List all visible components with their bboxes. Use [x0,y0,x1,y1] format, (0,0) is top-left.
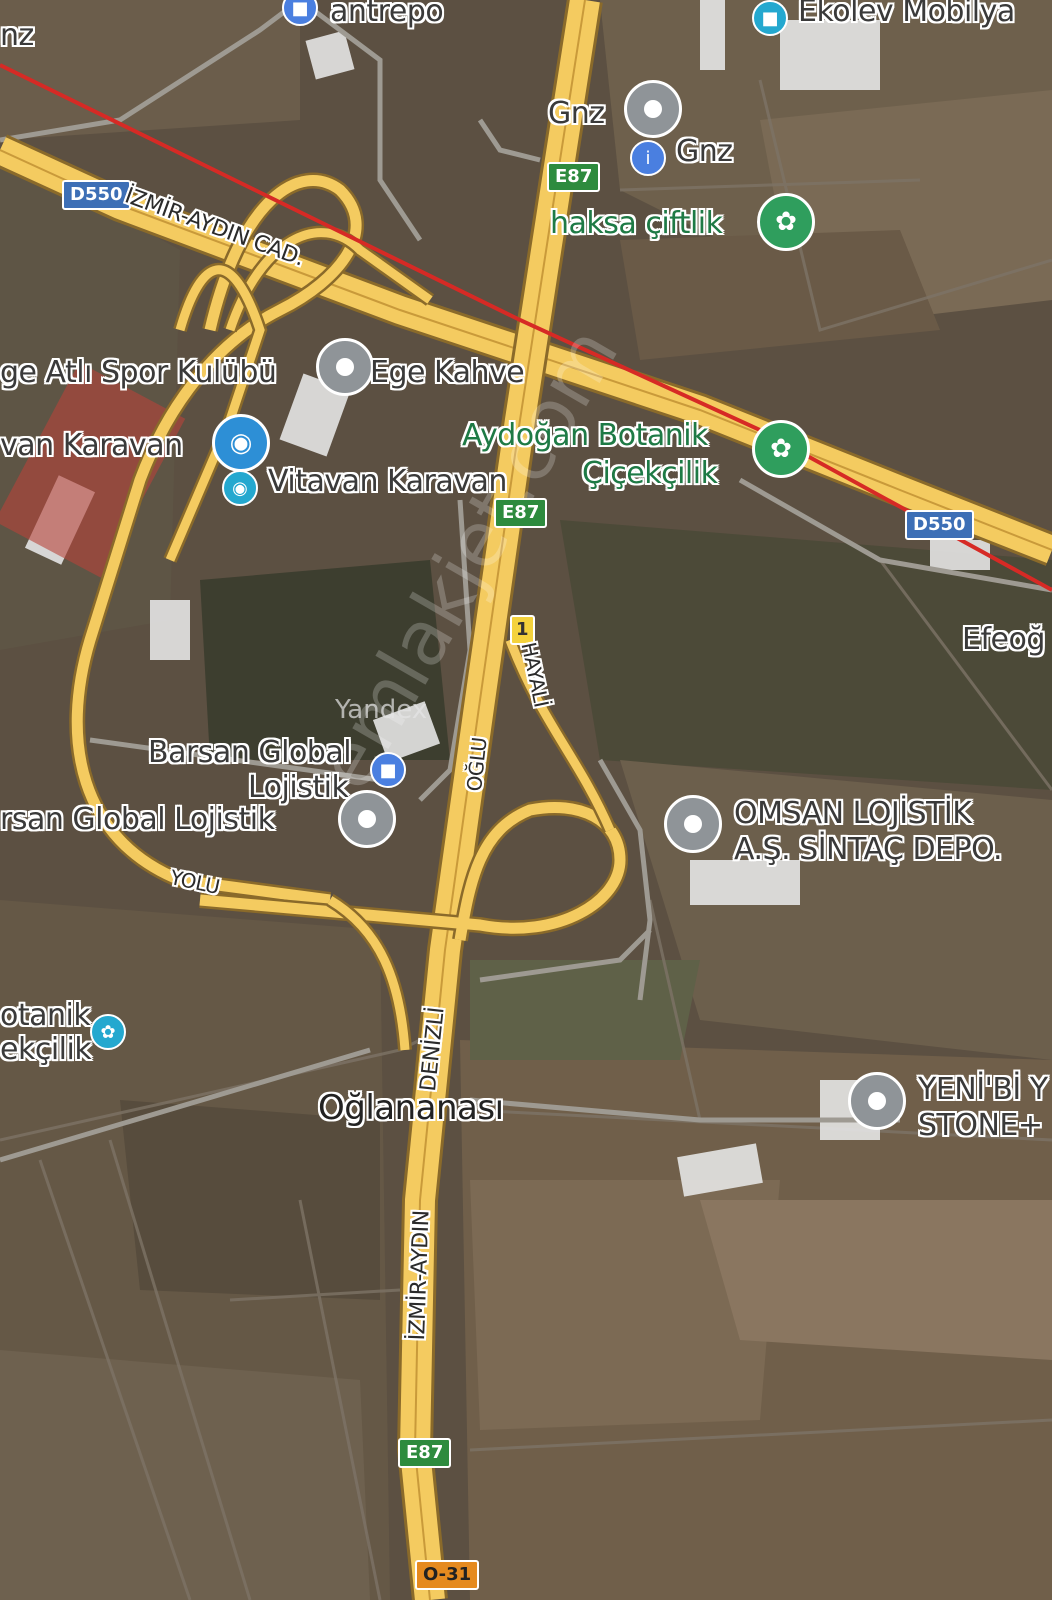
label-ekolev-mobilya: Ekolev Mobilya [798,0,1015,29]
d550-shield-top: D550 [62,180,131,210]
road-label-izmir-aydin: İZMİR-AYDIN [405,1210,435,1341]
e87-shield-mid: E87 [494,498,548,528]
map-view[interactable]: emlakjet.com Yandex D550 D550 E87 E87 E8… [0,0,1052,1600]
pin-icon[interactable] [624,80,682,138]
label-oglananasi: Oğlananası [318,1088,504,1128]
label-efeog: Efeoğ [962,622,1045,657]
label-barsan-global-lojistik: rsan Global Lojistik [0,802,275,837]
bed-icon[interactable]: ■ [752,0,788,36]
label-omsan-lojistik: OMSAN LOJİSTİK [734,796,972,831]
label-aydogan-botanik: Aydoğan Botanik [462,418,708,453]
e87-shield-bottom: E87 [398,1438,452,1468]
label-barsan-global: Barsan Global [148,735,352,770]
label-ege-kahve: Ege Kahve [370,355,525,390]
label-yenibi: YENİ'Bİ Y [918,1072,1048,1107]
e87-shield-top: E87 [547,162,601,192]
label-nz: nz [0,18,34,53]
pin-icon[interactable] [316,338,374,396]
box-icon[interactable]: i [630,140,666,176]
tulip-icon[interactable]: ✿ [90,1014,126,1050]
bag-icon[interactable]: ◉ [222,470,258,506]
label-antrepo: antrepo [330,0,444,29]
pin-icon[interactable] [338,790,396,848]
pin-icon[interactable] [848,1072,906,1130]
bag-icon[interactable]: ◉ [212,414,270,472]
flower-icon[interactable]: ✿ [757,193,815,251]
label-vitavan-karavan: Vitavan Karavan [268,464,507,499]
label-cicekcilik-left: ekçilik [0,1032,92,1067]
label-gnz-pin: Gnz [548,96,605,131]
label-gnz: Gnz [676,134,733,169]
label-stone: STONE+ [918,1108,1043,1143]
d550-shield-right: D550 [905,510,974,540]
route-1-shield: 1 [510,615,535,645]
flower-icon[interactable]: ✿ [752,420,810,478]
label-botanik: otanik [0,998,91,1033]
label-lojistik: Lojistik [248,770,349,805]
pin-icon[interactable] [664,795,722,853]
label-haksa-ciftlik: haksa çiftlik [550,206,723,241]
label-ege-atli-spor: ge Atlı Spor Kulübü [0,355,277,390]
label-karavan: van Karavan [0,428,183,463]
label-sintac-depo: A.Ş. SİNTAÇ DEPO. [734,832,1003,867]
box-icon[interactable]: ■ [370,752,406,788]
o31-shield: O-31 [415,1560,480,1590]
yandex-logo: Yandex [335,695,428,725]
label-cicekcilik: Çiçekçilik [582,456,718,491]
